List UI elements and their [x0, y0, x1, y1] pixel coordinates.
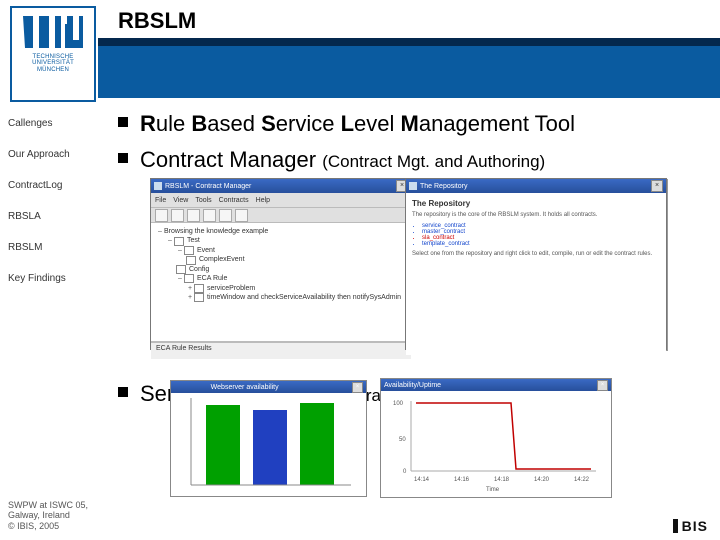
svg-text:14:18: 14:18	[494, 477, 510, 483]
toolbar-button[interactable]	[155, 209, 168, 222]
repo-link-list: service_contract master_contract sla_con…	[422, 223, 660, 247]
sidebar-item-rbsla[interactable]: RBSLA	[8, 211, 96, 222]
close-icon[interactable]: ×	[597, 380, 608, 391]
svg-text:14:14: 14:14	[414, 477, 430, 483]
bullet-2: Contract Manager (Contract Mgt. and Auth…	[118, 146, 700, 174]
sidebar-item-approach[interactable]: Our Approach	[8, 149, 96, 160]
repo-heading: The Repository	[412, 199, 660, 208]
svg-text:100: 100	[393, 401, 404, 407]
repository-window[interactable]: The Repository × The Repository The repo…	[405, 178, 667, 350]
toolbar-button[interactable]	[171, 209, 184, 222]
bullet-icon	[118, 387, 128, 397]
chart-availability-uptime: Availability/Uptime × 100 50 0 14:14 14:1…	[380, 378, 612, 498]
menu-file[interactable]: File	[155, 197, 166, 204]
contract-manager-window[interactable]: RBSLM - Contract Manager × File View Too…	[150, 178, 412, 350]
menu-help[interactable]: Help	[256, 197, 270, 204]
line-chart: 100 50 0 14:14 14:16 14:18 14:20 14:22 T…	[381, 391, 611, 495]
slide-title: RBSLM	[118, 8, 196, 34]
toolbar-button[interactable]	[235, 209, 248, 222]
bullet-icon	[118, 117, 128, 127]
toolbar	[151, 208, 411, 223]
university-logo: TECHNISCHEUNIVERSITÄTMÜNCHEN	[10, 6, 96, 102]
repo-link[interactable]: template_contract	[422, 241, 660, 247]
menu-view[interactable]: View	[173, 197, 188, 204]
sidebar-item-rbslm[interactable]: RBSLM	[8, 242, 96, 253]
app-icon	[154, 182, 162, 190]
chart-title: Availability/Uptime	[384, 382, 441, 389]
sidebar-item-keyfindings[interactable]: Key Findings	[8, 273, 96, 284]
footer-text: SWPW at ISWC 05, Galway, Ireland © IBIS,…	[8, 500, 88, 532]
header: RBSLM TECHNISCHEUNIVERSITÄTMÜNCHEN	[0, 0, 720, 100]
sidebar-nav: Callenges Our Approach ContractLog RBSLA…	[8, 118, 96, 304]
results-tab[interactable]: ECA Rule Results	[151, 342, 411, 359]
menu-contracts[interactable]: Contracts	[219, 197, 249, 204]
menu-tools[interactable]: Tools	[195, 197, 211, 204]
toolbar-button[interactable]	[219, 209, 232, 222]
bar-chart	[171, 393, 366, 494]
content-area: Rule Based Service Level Management Tool…	[118, 110, 700, 181]
close-icon[interactable]: ×	[651, 180, 663, 192]
sidebar-item-challenges[interactable]: Callenges	[8, 118, 96, 129]
repo-text: The repository is the core of the RBSLM …	[412, 212, 660, 219]
tree-view[interactable]: –Browsing the knowledge example –Test –E…	[151, 223, 411, 342]
svg-text:14:16: 14:16	[454, 477, 470, 483]
repo-text: Select one from the repository and right…	[412, 251, 660, 258]
repository-body: The Repository The repository is the cor…	[406, 193, 666, 355]
svg-text:14:22: 14:22	[574, 477, 590, 483]
svg-text:Time: Time	[486, 487, 500, 493]
close-icon[interactable]: ×	[352, 382, 363, 393]
chart-webserver-availability: Webserver availability ×	[170, 380, 367, 497]
bullet-icon	[118, 153, 128, 163]
toolbar-button[interactable]	[203, 209, 216, 222]
bullet-1: Rule Based Service Level Management Tool	[118, 110, 700, 138]
window-title: RBSLM - Contract Manager	[165, 183, 396, 190]
tum-logo-icon	[21, 14, 85, 50]
svg-text:14:20: 14:20	[534, 477, 550, 483]
svg-text:50: 50	[399, 437, 406, 443]
menubar: File View Tools Contracts Help	[151, 193, 411, 208]
window-title: The Repository	[420, 183, 651, 190]
chart-title: Webserver availability	[211, 384, 279, 391]
ibis-logo: BIS	[673, 518, 708, 534]
sidebar-item-contractlog[interactable]: ContractLog	[8, 180, 96, 191]
app-icon	[409, 182, 417, 190]
toolbar-button[interactable]	[187, 209, 200, 222]
